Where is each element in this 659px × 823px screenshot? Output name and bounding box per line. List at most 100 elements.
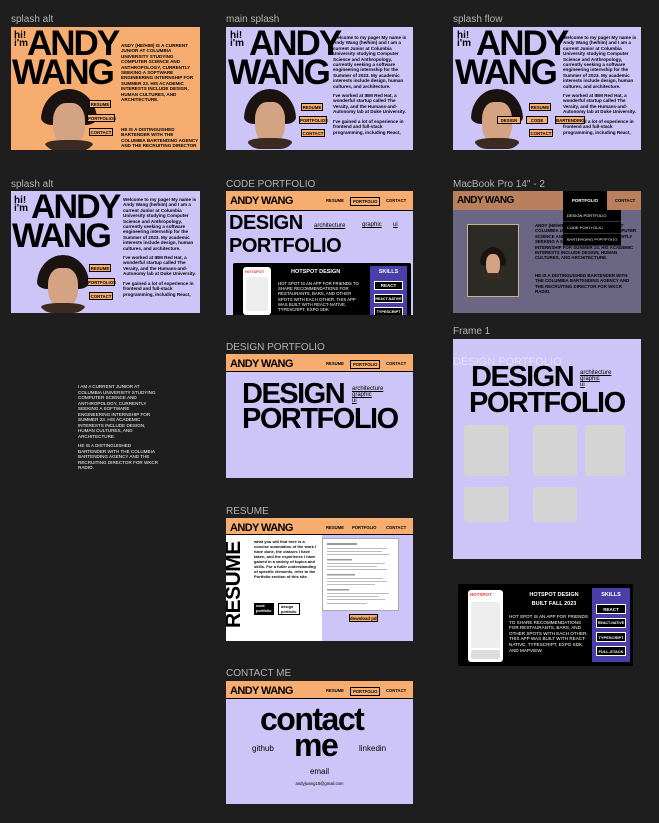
frame-1[interactable]: DESIGN PORTFOLIO DESIGN PORTFOLIO archit…: [453, 339, 641, 559]
frame-splash-alt-2[interactable]: hi! i'm ANDY WANG Welcome to my page! My…: [11, 191, 200, 313]
frame-code-portfolio[interactable]: ANDY WANG RESUME PORTFOLIO CONTACT DESIG…: [226, 191, 413, 315]
welcome-text: Welcome to my page! My name is Andy Wang…: [123, 197, 197, 297]
nav-resume[interactable]: RESUME: [324, 197, 346, 204]
frame-contact[interactable]: ANDY WANG RESUME PORTFOLIO CONTACT conta…: [226, 681, 413, 804]
menu-design-portfolio[interactable]: DESIGN PORTFOLIO: [563, 210, 621, 222]
portfolio-tile[interactable]: [533, 487, 577, 522]
name-wang: WANG: [12, 217, 112, 255]
portrait-photo: [244, 89, 296, 149]
bartending-button[interactable]: BARTENDING: [555, 116, 585, 124]
tab-graphic[interactable]: graphic: [362, 222, 382, 228]
app-name: HOTSPOT: [470, 592, 492, 597]
page-title-line2: PORTFOLIO: [229, 235, 342, 257]
frame-splash-flow[interactable]: hi! i'm ANDY WANG Welcome to my page! My…: [453, 27, 641, 150]
skills-panel: SKILLS REACT REACT-NATIVE TYPESCRIPT: [370, 266, 407, 315]
site-header: ANDY WANG RESUME PORTFOLIO CONTACT: [226, 354, 413, 372]
tab-ui[interactable]: ui: [580, 382, 585, 389]
nav-contact[interactable]: CONTACT: [384, 687, 408, 694]
contact-button[interactable]: CONTACT: [529, 129, 553, 137]
frame-label-frame1[interactable]: Frame 1: [453, 326, 490, 337]
resume-button[interactable]: RESUME: [529, 103, 551, 111]
project-title: HOTSPOT DESIGN: [529, 592, 579, 598]
frame-label-macbook[interactable]: MacBook Pro 14" - 2: [453, 179, 545, 190]
site-header: ANDY WANG PORTFOLIO CONTACT: [453, 191, 641, 210]
greeting: hi! i'm: [457, 30, 472, 49]
site-logo[interactable]: ANDY WANG: [230, 195, 293, 207]
nav-resume[interactable]: RESUME: [324, 687, 346, 694]
frame-label-splash-alt-2[interactable]: splash alt: [11, 179, 53, 190]
portfolio-tile[interactable]: [464, 487, 509, 522]
project-description: HOT SPOT IS AN APP FOR FRIENDS TO SHARE …: [509, 614, 588, 653]
hotspot-project-card[interactable]: HOTSPOT HOTSPOT DESIGN BUILT FALL 2023 H…: [458, 584, 633, 666]
portfolio-tile[interactable]: [464, 425, 509, 476]
frame-label-resume[interactable]: RESUME: [226, 506, 269, 517]
nav-contact[interactable]: CONTACT: [384, 524, 408, 531]
nav-contact[interactable]: CONTACT: [384, 197, 408, 204]
site-logo[interactable]: ANDY WANG: [230, 685, 293, 697]
nav-portfolio[interactable]: PORTFOLIO: [350, 687, 381, 696]
nav-portfolio-open[interactable]: PORTFOLIO: [563, 191, 607, 210]
nav-portfolio[interactable]: PORTFOLIO: [350, 524, 378, 531]
frame-main-splash[interactable]: hi! i'm ANDY WANG Welcome to my page! My…: [226, 27, 413, 150]
resume-button[interactable]: RESUME: [89, 264, 111, 272]
email-address-link[interactable]: andyjwang18@gmail.com: [226, 781, 413, 786]
frame-label-contact[interactable]: CONTACT ME: [226, 668, 291, 679]
github-link[interactable]: github: [252, 744, 274, 753]
tab-architecture[interactable]: architecture: [314, 223, 345, 229]
nav-contact[interactable]: CONTACT: [613, 197, 637, 204]
skills-panel: SKILLS REACT REACT-NATIVE TYPESCRIPT FUL…: [592, 588, 630, 662]
portfolio-tile[interactable]: [585, 425, 625, 476]
portfolios-button[interactable]: PORTFOLIOS: [299, 116, 328, 124]
site-logo[interactable]: ANDY WANG: [230, 358, 293, 370]
resume-button[interactable]: RESUME: [89, 100, 111, 108]
design-button[interactable]: DESIGN: [497, 116, 521, 124]
resume-preview-lines: [327, 543, 389, 604]
project-card[interactable]: HOTSPOT HOTSPOT DESIGN HOT SPOT IS AN AP…: [233, 263, 411, 315]
site-logo[interactable]: ANDY WANG: [457, 195, 514, 206]
page-title-line2: PORTFOLIO: [242, 403, 399, 435]
frame-splash-alt[interactable]: hi! i'm ANDY WANG ANDY (HE/HIM) IS A CUR…: [11, 27, 200, 150]
frame-resume[interactable]: ANDY WANG RESUME PORTFOLIO CONTACT RESUM…: [226, 518, 413, 641]
bio-text-2: HE IS A DISTINGUISHED BARTENDER WITH THE…: [535, 273, 630, 295]
frame-label-splash-alt[interactable]: splash alt: [11, 14, 53, 25]
code-button[interactable]: CODE: [526, 116, 548, 124]
frame-label-splash-flow[interactable]: splash flow: [453, 14, 502, 25]
resume-button[interactable]: RESUME: [301, 103, 323, 111]
skill-full-stack: FULL-STACK: [596, 646, 626, 656]
app-screenshot: HOTSPOT: [468, 590, 503, 662]
code-portfolio-tab[interactable]: code portfolio: [254, 603, 274, 615]
linkedin-link[interactable]: linkedin: [359, 744, 386, 753]
contact-button[interactable]: CONTACT: [89, 128, 113, 136]
portfolio-tile[interactable]: [533, 425, 577, 476]
frame-label-design-portfolio[interactable]: DESIGN PORTFOLIO: [226, 342, 325, 353]
greeting: hi! i'm: [14, 30, 29, 49]
portfolios-button[interactable]: PORTFOLIOS: [87, 278, 116, 286]
frame-design-portfolio[interactable]: ANDY WANG RESUME PORTFOLIO CONTACT DESIG…: [226, 354, 413, 478]
bio-text: ANDY (HE/HIM) IS A CURRENT JUNIOR AT COL…: [121, 43, 194, 103]
page-title-line1: DESIGN: [229, 212, 303, 234]
portfolios-button[interactable]: PORTFOLIOS: [87, 114, 116, 122]
welcome-text: Welcome to my page! My name is Andy Wang…: [333, 35, 407, 135]
frame-label-main-splash[interactable]: main splash: [226, 14, 279, 25]
frame-label-code-portfolio[interactable]: CODE PORTFOLIO: [226, 179, 315, 190]
download-pdf-button[interactable]: download pdf: [349, 614, 378, 622]
app-screenshot: HOTSPOT: [243, 267, 271, 315]
nav-contact[interactable]: CONTACT: [384, 360, 408, 367]
site-logo[interactable]: ANDY WANG: [230, 522, 293, 534]
tab-ui[interactable]: ui: [393, 222, 398, 228]
skills-heading: SKILLS: [378, 269, 399, 275]
contact-button[interactable]: CONTACT: [301, 129, 325, 137]
tab-ui[interactable]: ui: [352, 398, 357, 405]
design-portfolio-tab[interactable]: design portfolio: [278, 603, 300, 615]
contact-button[interactable]: CONTACT: [89, 292, 113, 300]
nav-resume[interactable]: RESUME: [324, 360, 346, 367]
nav-portfolio[interactable]: PORTFOLIO: [350, 197, 381, 206]
nav-resume[interactable]: RESUME: [324, 524, 346, 531]
frame-macbook[interactable]: ANDY WANG PORTFOLIO CONTACT DESIGN PORTF…: [453, 191, 641, 313]
skills-heading: SKILLS: [601, 592, 621, 598]
portrait-photo: [467, 224, 519, 297]
skill-react-native: REACT-NATIVE: [374, 294, 403, 303]
project-description: HOT SPOT IS AN APP FOR FRIENDS TO SHARE …: [278, 281, 359, 313]
nav-portfolio[interactable]: PORTFOLIO: [350, 360, 381, 369]
page-title-line2: PORTFOLIO: [469, 387, 626, 419]
